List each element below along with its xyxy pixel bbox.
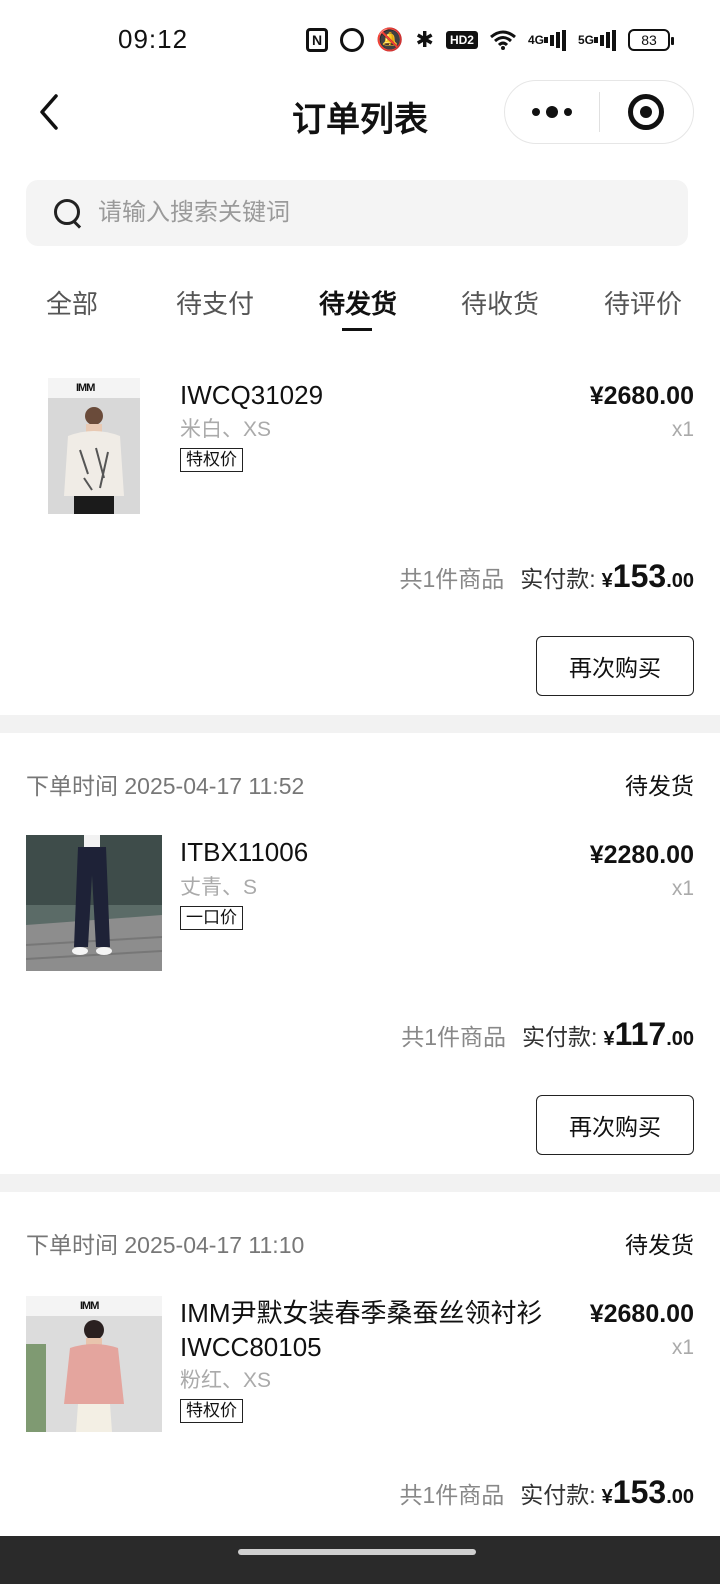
product-photo [26, 1316, 162, 1432]
price-tag: 特权价 [180, 448, 243, 472]
status-icons: N 🔕 ✱ HD2 4G 5G 83 [306, 24, 674, 56]
paid-amount-decimal: .00 [666, 1486, 694, 1508]
order-header: 下单时间 2025-04-17 11:10 待发货 [26, 1226, 694, 1258]
paid-amount-integer: 153 [612, 558, 667, 594]
product-photo [26, 835, 162, 971]
item-count: 共1件商品 [399, 566, 505, 592]
product-photo [48, 398, 140, 514]
mini-program-capsule [504, 80, 694, 144]
item-count: 共1件商品 [399, 1482, 505, 1508]
paid-amount-decimal: .00 [666, 1028, 694, 1050]
search-icon [52, 197, 84, 229]
tab-pending-receipt[interactable]: 待收货 [461, 284, 539, 321]
product-price: ¥2680.00 [589, 1300, 694, 1328]
order-card: 下单时间 2025-04-17 11:10 待发货 IMM IMM尹默女装春季桑… [0, 1192, 720, 1536]
product-name: ITBX11006 [180, 837, 309, 867]
product-quantity: x1 [671, 418, 694, 441]
tab-pending-payment[interactable]: 待支付 [176, 284, 254, 321]
alarm-icon [340, 28, 365, 52]
product-image[interactable] [26, 835, 162, 971]
tab-pending-shipment[interactable]: 待发货 [319, 284, 397, 321]
order-status: 待发货 [625, 773, 694, 799]
home-indicator[interactable] [238, 1549, 476, 1555]
active-tab-underline [342, 328, 372, 331]
close-mini-program-icon[interactable] [600, 80, 693, 144]
currency-symbol: ¥ [603, 1028, 615, 1050]
product-spec: 粉红、XS [180, 1369, 272, 1392]
card-separator [0, 1174, 720, 1192]
system-gesture-area [0, 1536, 720, 1584]
product-price: ¥2680.00 [589, 382, 694, 410]
hd-voice-icon: HD2 [445, 31, 478, 49]
product-quantity: x1 [671, 1336, 694, 1359]
paid-amount-integer: 117 [614, 1016, 667, 1052]
item-count: 共1件商品 [401, 1024, 507, 1050]
product-image[interactable]: IMM [26, 1296, 162, 1432]
buy-again-button[interactable]: 再次购买 [536, 636, 694, 696]
signal-4g-icon: 4G [528, 29, 566, 51]
order-total: 共1件商品 实付款: ¥ 153 .00 [399, 1474, 694, 1511]
product-image[interactable]: IMM [48, 378, 140, 514]
currency-symbol: ¥ [601, 570, 613, 592]
nav-bar: 订单列表 [0, 80, 720, 144]
status-bar: 09:12 N 🔕 ✱ HD2 4G 5G 83 [0, 0, 720, 80]
mute-bell-icon: 🔕 [376, 27, 404, 52]
wifi-icon [490, 30, 516, 50]
product-name: IWCQ31029 [180, 380, 324, 410]
order-total: 共1件商品 实付款: ¥ 117 .00 [401, 1016, 694, 1053]
paid-label: 实付款: [520, 566, 596, 592]
card-separator [0, 715, 720, 733]
order-card: 下单时间 2025-04-17 11:52 待发货 ITBX11006 丈青、S… [0, 733, 720, 1174]
paid-label: 实付款: [520, 1482, 596, 1508]
order-card: IMM IWCQ31029 米白、XS 特权价 ¥2680.00 x1 共1件商… [0, 340, 720, 715]
search-input[interactable] [98, 199, 658, 227]
price-tag: 特权价 [180, 1399, 243, 1423]
more-dots-icon[interactable] [505, 80, 599, 144]
nfc-icon: N [306, 28, 329, 52]
order-status-tabs: 全部 待支付 待发货 待收货 待评价 [0, 270, 720, 334]
product-name: IMM尹默女装春季桑蚕丝领衬衫IWCC80105 [180, 1298, 543, 1362]
paid-amount-decimal: .00 [666, 570, 694, 592]
order-time: 下单时间 2025-04-17 11:52 [26, 773, 305, 799]
price-tag: 一口价 [180, 906, 243, 930]
battery-icon: 83 [628, 29, 674, 51]
status-time: 09:12 [118, 24, 189, 54]
buy-again-button[interactable]: 再次购买 [536, 1095, 694, 1155]
tab-pending-review[interactable]: 待评价 [604, 284, 682, 321]
product-quantity: x1 [671, 877, 694, 900]
order-time: 下单时间 2025-04-17 11:10 [26, 1232, 305, 1258]
order-header: 下单时间 2025-04-17 11:52 待发货 [26, 767, 694, 799]
product-price: ¥2280.00 [589, 841, 694, 869]
product-spec: 米白、XS [180, 418, 272, 441]
order-total: 共1件商品 实付款: ¥ 153 .00 [399, 558, 694, 595]
currency-symbol: ¥ [601, 1486, 613, 1508]
product-spec: 丈青、S [180, 876, 258, 899]
signal-5g-icon: 5G [578, 29, 616, 51]
order-status: 待发货 [625, 1232, 694, 1258]
bluetooth-icon: ✱ [415, 27, 434, 52]
paid-amount-integer: 153 [612, 1474, 667, 1510]
search-box[interactable] [26, 180, 688, 246]
paid-label: 实付款: [522, 1024, 598, 1050]
tab-all[interactable]: 全部 [46, 284, 98, 321]
